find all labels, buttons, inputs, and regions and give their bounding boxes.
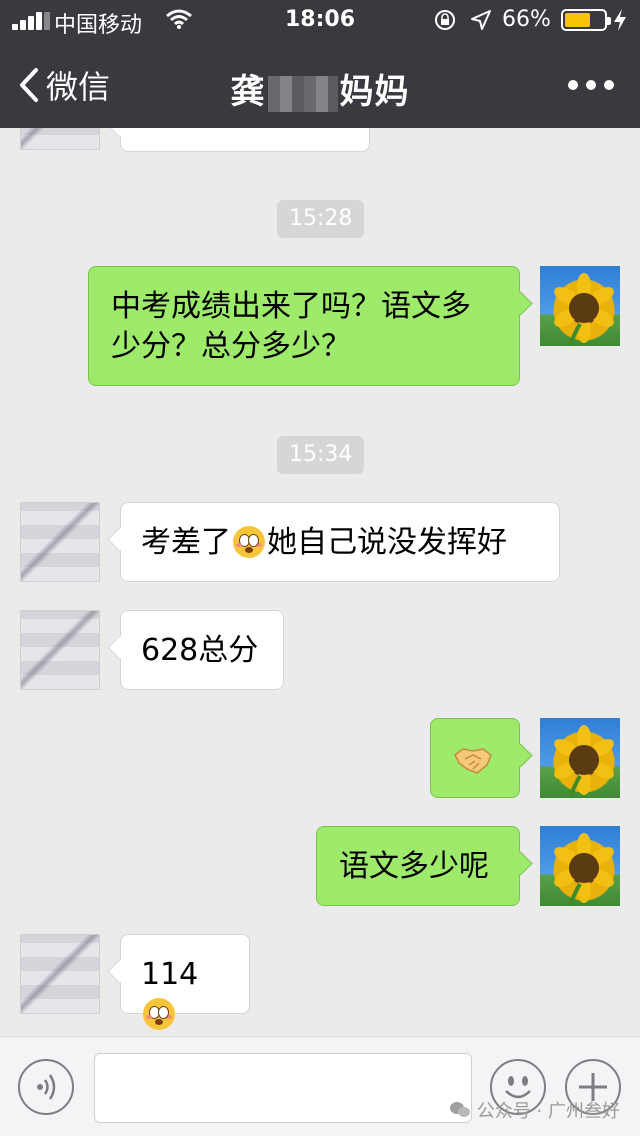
timestamp-chip: 15:28 [277,200,365,238]
incoming-message[interactable]: 114 [120,934,250,1030]
chat-title: 龚 妈妈 [0,64,640,113]
charging-bolt-icon [614,9,626,31]
sunflower-icon [554,725,614,798]
incoming-message[interactable]: 628总分 [120,610,284,690]
message-text: 语文多少呢 [339,849,489,884]
chat-area[interactable]: 15:28 中考成绩出来了吗？语文多少分？总分多少？ 15:34 考差了 她自己说… [0,128,640,1036]
sunflower-icon [554,833,614,906]
title-suffix: 妈妈 [339,72,410,112]
top-bar: 中国移动 18:06 66% 微信 龚 妈妈 [0,0,640,128]
battery-percent: 66% [502,7,551,32]
timestamp-chip: 15:34 [277,436,365,474]
sunflower-icon [554,273,614,346]
message-bubble-partial[interactable] [120,128,370,152]
message-text: 中考成绩出来了吗？语文多少分？总分多少？ [111,289,471,364]
censor-mosaic [267,75,338,112]
status-bar: 中国移动 18:06 66% [0,0,640,40]
voice-icon[interactable] [18,1059,74,1115]
contact-avatar[interactable] [20,128,100,150]
handshake-emoji [454,748,492,774]
contact-avatar[interactable] [20,610,100,690]
location-arrow-icon [471,10,491,30]
message-text: 她自己说没发挥好 [267,525,507,560]
outgoing-message[interactable]: 中考成绩出来了吗？语文多少分？总分多少？ [88,266,520,386]
nav-bar: 微信 龚妈妈 [0,40,640,128]
watermark: 公众号 · 广州叁好 [449,1097,620,1123]
flushed-face-emoji [233,526,265,558]
message-text: 考差了 [141,525,231,560]
contact-avatar[interactable] [20,502,100,582]
incoming-message[interactable]: 考差了 她自己说没发挥好 [120,502,560,582]
battery-icon [561,9,611,31]
message-text: 628总分 [141,633,259,668]
title-prefix: 龚 [230,72,266,112]
outgoing-message[interactable]: 语文多少呢 [316,826,520,906]
flushed-face-emoji [143,998,175,1030]
message-text: 114 [141,957,199,992]
more-dots-icon[interactable] [568,80,614,90]
input-toolbar: 公众号 · 广州叁好 [0,1036,640,1136]
my-avatar[interactable] [540,718,620,798]
contact-avatar[interactable] [20,934,100,1014]
watermark-text: 公众号 · 广州叁好 [476,1101,620,1122]
my-avatar[interactable] [540,826,620,906]
my-avatar[interactable] [540,266,620,346]
rotation-lock-icon [435,10,455,30]
outgoing-message[interactable] [430,718,520,798]
message-input[interactable] [94,1053,472,1123]
wechat-logo-icon [449,1102,470,1117]
